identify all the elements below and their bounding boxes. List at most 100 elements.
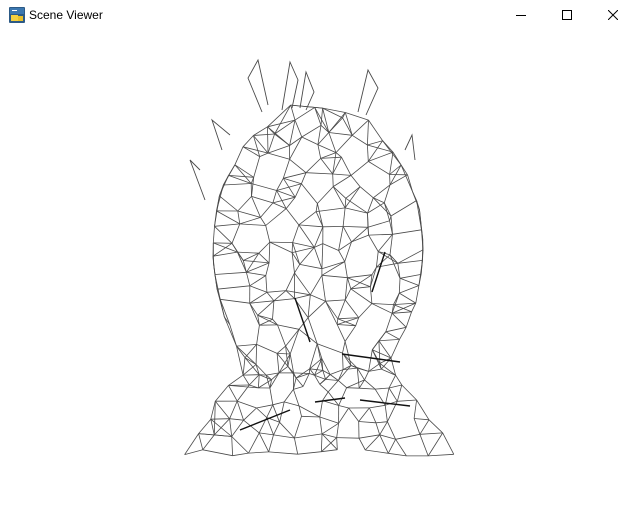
- mesh-edge: [399, 285, 420, 294]
- mesh-edge: [359, 387, 376, 390]
- mesh-edge: [290, 104, 296, 121]
- mesh-edge: [344, 299, 360, 318]
- mesh-edge: [309, 368, 323, 371]
- mesh-edge: [255, 344, 257, 365]
- mesh-edge: [419, 419, 430, 435]
- mesh-edge: [317, 343, 343, 354]
- mesh-edge: [214, 223, 240, 227]
- mesh-edge: [325, 299, 346, 302]
- mesh-edge: [229, 324, 237, 347]
- mesh-edge: [198, 418, 212, 434]
- mesh-edge: [267, 126, 269, 154]
- mesh-edge: [274, 133, 290, 146]
- mesh-edge: [267, 133, 275, 154]
- mesh-edge: [217, 285, 250, 290]
- mesh-edge: [398, 278, 401, 294]
- mesh-edge: [399, 292, 417, 304]
- mesh-edge: [282, 159, 290, 179]
- mesh-edge: [337, 365, 352, 381]
- mesh-edge: [413, 399, 417, 419]
- mesh-edge: [314, 107, 323, 109]
- mesh-edge: [317, 203, 324, 227]
- mesh-edge: [214, 226, 233, 244]
- mesh-edge: [427, 432, 444, 457]
- mesh-edge: [242, 364, 257, 376]
- mesh-edge: [309, 275, 323, 296]
- mesh-edge: [266, 404, 274, 418]
- mesh-edge: [350, 175, 361, 187]
- mesh-edge: [285, 208, 300, 226]
- mesh-edge: [359, 186, 374, 199]
- mesh-edge: [301, 124, 322, 138]
- mesh-edge: [388, 452, 407, 457]
- mesh-edge: [390, 339, 400, 359]
- mesh-edge: [416, 399, 430, 421]
- mesh-edge: [232, 452, 249, 457]
- mesh-edge: [269, 387, 274, 405]
- mesh-edge: [268, 242, 271, 263]
- mesh-edge: [332, 173, 352, 176]
- mesh-edge: [388, 375, 396, 389]
- mesh-edge: [243, 419, 260, 434]
- mesh-edge: [341, 157, 352, 176]
- mesh-edge: [351, 134, 368, 146]
- mesh-edge: [249, 275, 267, 287]
- mesh-edge: [338, 407, 350, 424]
- close-button[interactable]: [590, 0, 636, 30]
- mesh-edge: [253, 133, 275, 136]
- mesh-edge: [358, 303, 373, 318]
- mesh-edge: [276, 345, 286, 354]
- mesh-edge: [283, 172, 307, 179]
- maximize-button[interactable]: [544, 0, 590, 30]
- mesh-edge: [335, 152, 342, 158]
- mesh-edge: [347, 277, 352, 289]
- mesh-edge: [342, 226, 352, 243]
- mesh-edge: [210, 418, 230, 420]
- mesh-edge: [248, 432, 260, 454]
- mesh-edge: [214, 400, 230, 419]
- mesh-edge: [293, 389, 300, 407]
- mesh-edge: [249, 285, 268, 293]
- mesh-edge: [231, 419, 244, 437]
- render-viewport[interactable]: [0, 30, 636, 508]
- mesh-edge: [265, 225, 271, 243]
- mesh-edge: [322, 107, 343, 119]
- hair-strand: [299, 70, 315, 111]
- mesh-edge: [237, 210, 241, 224]
- mesh-edge: [294, 264, 301, 274]
- mesh-edge: [322, 108, 330, 133]
- mesh-edge: [266, 290, 287, 293]
- mesh-edge: [284, 401, 300, 407]
- mesh-edge: [216, 210, 240, 225]
- mesh-edge: [368, 151, 394, 162]
- mesh-edge: [272, 401, 285, 406]
- mesh-edge: [385, 313, 393, 332]
- mesh-edge: [367, 197, 374, 214]
- mesh-edge: [338, 241, 352, 251]
- title-bar[interactable]: Scene Viewer: [0, 0, 636, 30]
- hair-strand: [247, 58, 269, 113]
- mesh-edge: [267, 152, 290, 160]
- mesh-edge: [428, 419, 443, 434]
- mesh-edge: [253, 126, 268, 136]
- mesh-edge: [399, 274, 422, 279]
- mesh-edge: [256, 325, 260, 345]
- mesh-edge: [375, 422, 381, 435]
- hair-strand: [189, 159, 206, 201]
- mesh-edge: [321, 433, 323, 452]
- mesh-edge: [259, 318, 273, 326]
- mesh-edge: [342, 341, 346, 354]
- mesh-edge: [368, 234, 379, 252]
- mesh-edge: [231, 436, 233, 456]
- python-icon: [9, 7, 25, 23]
- mesh-edge: [392, 229, 422, 235]
- hair-strand: [404, 133, 416, 161]
- mesh-edge: [237, 251, 259, 254]
- mesh-edge: [307, 294, 311, 318]
- mesh-edge: [256, 404, 273, 409]
- mesh-edge: [371, 340, 380, 350]
- mesh-edge: [214, 385, 229, 402]
- mesh-edge: [289, 158, 307, 174]
- mesh-edge: [391, 313, 407, 328]
- minimize-button[interactable]: [498, 0, 544, 30]
